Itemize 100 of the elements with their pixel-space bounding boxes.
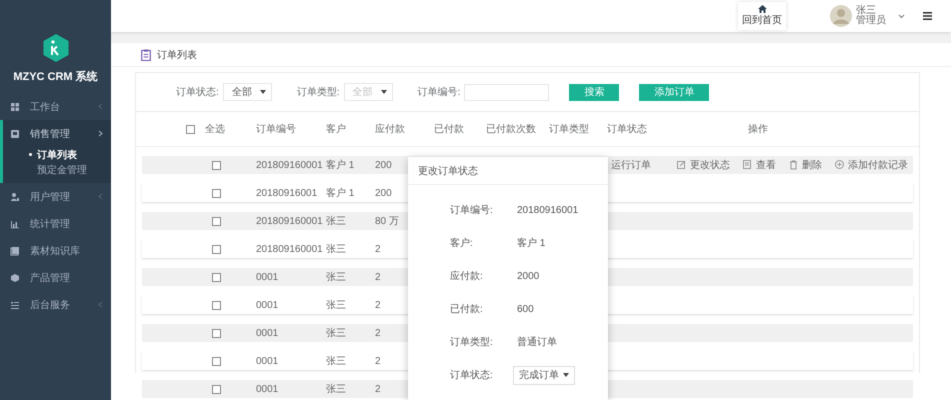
logo-icon — [42, 33, 70, 63]
table-cell: 200 — [375, 160, 392, 170]
submenu-item[interactable]: 预定金管理 — [29, 162, 111, 177]
action-link[interactable]: 更改状态 — [677, 158, 730, 172]
edit-icon — [677, 160, 686, 170]
select-all-label: 全选 — [205, 122, 225, 136]
table-cell-text: 张三 — [326, 298, 346, 312]
search-button[interactable]: 搜索 — [569, 84, 620, 100]
action-link[interactable]: 添加付款记录 — [835, 158, 908, 172]
column-header: 操作 — [747, 123, 769, 136]
bar-chart-icon — [10, 218, 20, 228]
column-header: 应付款 — [375, 122, 405, 136]
field-label: 应付款: — [450, 270, 484, 284]
page-title: 订单列表 — [157, 48, 197, 62]
menu-icon[interactable] — [923, 12, 932, 20]
checkbox[interactable] — [212, 384, 221, 394]
input-field[interactable] — [464, 84, 550, 100]
field-label: 客户: — [450, 236, 474, 251]
checkbox[interactable] — [212, 356, 221, 366]
filter-label: 订单编号: — [418, 86, 460, 99]
home-button[interactable]: 回到首页 — [738, 2, 786, 30]
user-role: 管理员 — [856, 16, 886, 26]
table-cell: 0001 — [256, 328, 278, 338]
user-menu[interactable]: 张三 管理员 — [830, 5, 905, 27]
filter-label: 订单类型: — [296, 86, 340, 99]
table-cell-text: 张三 — [326, 382, 346, 396]
checkbox[interactable] — [212, 328, 221, 338]
checkbox[interactable] — [212, 244, 221, 254]
table-cell-text: 张三 — [326, 270, 346, 284]
field-value: 2000 — [517, 270, 540, 284]
filter-label: 订单状态: — [176, 86, 219, 99]
table-cell-text: 张三 — [326, 214, 346, 228]
table-cell: 0001 — [256, 356, 278, 366]
menu-item[interactable]: 工作台 — [0, 93, 111, 120]
table-cell-text: 客户 1 — [326, 158, 354, 172]
user-name: 张三 — [856, 6, 876, 16]
table-cell: 2 — [375, 300, 381, 310]
field-label: 订单状态: — [450, 368, 494, 383]
menu-item[interactable]: 素材知识库 — [0, 237, 111, 264]
menu-item[interactable]: 销售管理 — [3, 120, 111, 147]
field-value: 普通订单 — [517, 336, 558, 350]
table-cell: 20180916001 — [256, 188, 318, 198]
checkbox[interactable] — [212, 272, 221, 282]
checkbox[interactable] — [212, 216, 221, 226]
field-label: 已付款: — [450, 303, 484, 317]
table-cell: 200 — [375, 188, 392, 198]
checkbox[interactable] — [212, 188, 221, 198]
field-value: 600 — [517, 302, 535, 316]
avatar-icon — [830, 5, 852, 27]
table-cell: 2 — [375, 328, 381, 338]
add-order-button[interactable]: 添加订单 — [639, 84, 710, 100]
table-cell: 0001 — [256, 300, 278, 310]
cube-icon — [10, 272, 20, 282]
menu-item[interactable]: 统计管理 — [0, 210, 111, 237]
field-label: 订单编号: — [450, 204, 494, 218]
table-cell: 2 — [375, 356, 381, 366]
plus-circle-icon — [835, 160, 844, 170]
column-header: 订单类型 — [549, 122, 589, 136]
menu-item[interactable]: 产品管理 — [0, 264, 111, 291]
trash-icon — [789, 160, 798, 170]
column-header: 订单编号 — [256, 122, 296, 136]
dialog-title: 更改订单状态 — [418, 164, 478, 178]
checkbox[interactable] — [212, 300, 221, 310]
table-cell-text: 运行订单 — [610, 158, 651, 172]
user-icon — [10, 192, 20, 202]
action-link[interactable]: 查看 — [743, 158, 776, 172]
dropdown-arrow-icon — [380, 90, 387, 94]
table-cell-text: 客户 1 — [326, 186, 354, 200]
menu-item[interactable]: 后台服务 — [0, 291, 111, 318]
grid-icon — [10, 102, 20, 112]
table-cell: 2 — [375, 244, 381, 254]
column-header: 已付款 — [434, 123, 464, 136]
list-icon — [10, 300, 20, 310]
brand-title: MZYC CRM 系统 — [13, 70, 98, 84]
table-cell-text: 张三 — [326, 354, 346, 368]
field-value: 客户 1 — [517, 236, 546, 251]
action-link[interactable]: 删除 — [789, 158, 822, 172]
clipboard-icon — [141, 48, 151, 60]
chevron-down-icon — [898, 14, 905, 18]
book-icon — [10, 246, 20, 256]
checkbox[interactable] — [186, 124, 195, 134]
column-header: 已付款次数 — [486, 123, 536, 136]
table-cell: 2 — [375, 384, 381, 394]
table-cell: 0001 — [256, 384, 278, 394]
table-cell-text: 张三 — [326, 326, 346, 340]
status-select[interactable]: 完成订单 — [513, 366, 575, 384]
table-cell: 201809160001 — [256, 216, 323, 226]
filter-select[interactable]: 全部 — [222, 83, 272, 101]
dropdown-arrow-icon — [260, 90, 266, 94]
menu-item[interactable]: 用户管理 — [0, 183, 111, 210]
bag-icon — [10, 128, 20, 138]
table-cell-text: 80 万 — [375, 215, 399, 228]
table-cell: 2 — [375, 272, 381, 282]
checkbox[interactable] — [212, 160, 221, 170]
submenu-item[interactable]: 订单列表 — [29, 147, 111, 162]
field-value: 20180916001 — [517, 204, 580, 218]
document-icon — [743, 160, 752, 170]
column-header: 订单状态 — [607, 122, 647, 136]
field-label: 订单类型: — [450, 336, 494, 350]
home-icon — [758, 5, 766, 13]
